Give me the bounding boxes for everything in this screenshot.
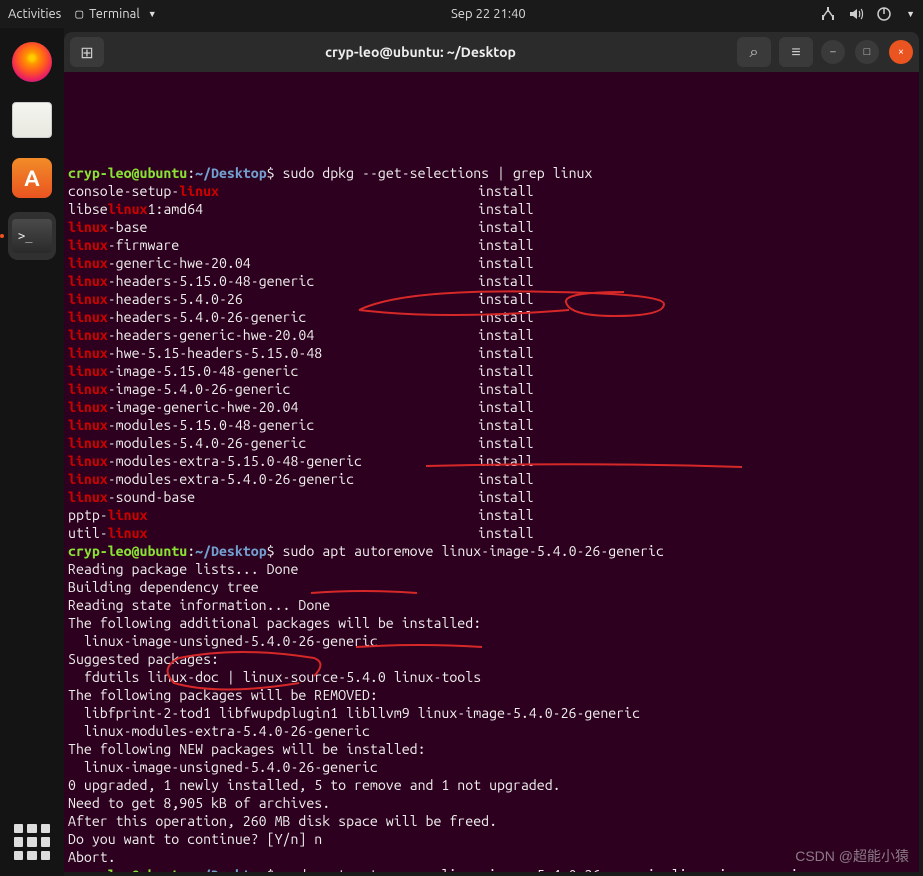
software-icon: A [12, 158, 52, 198]
package-row: linux-baseinstall [68, 218, 915, 236]
show-applications-button[interactable] [14, 824, 50, 860]
package-row: linux-image-5.4.0-26-genericinstall [68, 380, 915, 398]
package-row: libselinux1:amd64install [68, 200, 915, 218]
package-row: linux-headers-5.4.0-26install [68, 290, 915, 308]
apt-output-line: Need to get 8,905 kB of archives. [68, 794, 915, 812]
chevron-down-icon: ▼ [148, 9, 157, 19]
package-row: console-setup-linuxinstall [68, 182, 915, 200]
package-row: linux-hwe-5.15-headers-5.15.0-48install [68, 344, 915, 362]
app-menu-button[interactable]: ▢ Terminal ▼ [75, 7, 156, 22]
dock-software[interactable]: A [8, 154, 56, 202]
volume-icon[interactable] [848, 6, 864, 22]
chevron-down-icon[interactable]: ▼ [906, 9, 915, 19]
apt-output-line: libfprint-2-tod1 libfwupdplugin1 libllvm… [68, 704, 915, 722]
apt-output-line: The following additional packages will b… [68, 614, 915, 632]
watermark: CSDN @超能小猿 [795, 846, 909, 866]
apt-output-line: The following NEW packages will be insta… [68, 740, 915, 758]
apt-output-line: fdutils linux-doc | linux-source-5.4.0 l… [68, 668, 915, 686]
apt-output-line: Reading package lists... Done [68, 560, 915, 578]
package-row: linux-headers-5.15.0-48-genericinstall [68, 272, 915, 290]
terminal-window: ⊞ cryp-leo@ubuntu: ~/Desktop ⌕ ≡ – □ × c… [64, 32, 919, 872]
minimize-button[interactable]: – [821, 40, 845, 64]
prompt-line: cryp-leo@ubuntu:~/Desktop$ sudo apt auto… [68, 542, 915, 560]
terminal-output[interactable]: cryp-leo@ubuntu:~/Desktop$ sudo dpkg --g… [64, 72, 919, 872]
prompt-line: cryp-leo@ubuntu:~/Desktop$ sudo apt auto… [68, 866, 915, 872]
package-row: linux-headers-generic-hwe-20.04install [68, 326, 915, 344]
dock-files[interactable] [8, 96, 56, 144]
package-row: linux-generic-hwe-20.04install [68, 254, 915, 272]
package-row: pptp-linuxinstall [68, 506, 915, 524]
apt-output-line: Abort. [68, 848, 915, 866]
maximize-button[interactable]: □ [855, 40, 879, 64]
apt-output-line: The following packages will be REMOVED: [68, 686, 915, 704]
titlebar: ⊞ cryp-leo@ubuntu: ~/Desktop ⌕ ≡ – □ × [64, 32, 919, 72]
dock-terminal[interactable]: >_ [8, 212, 56, 260]
firefox-icon [12, 42, 52, 82]
folder-icon [12, 102, 52, 138]
prompt-line: cryp-leo@ubuntu:~/Desktop$ sudo dpkg --g… [68, 164, 915, 182]
apt-output-line: Do you want to continue? [Y/n] n [68, 830, 915, 848]
clock[interactable]: Sep 22 21:40 [157, 7, 820, 21]
package-row: util-linuxinstall [68, 524, 915, 542]
apt-output-line: linux-image-unsigned-5.4.0-26-generic [68, 632, 915, 650]
package-row: linux-modules-extra-5.15.0-48-genericins… [68, 452, 915, 470]
close-button[interactable]: × [889, 40, 913, 64]
apt-output-line: 0 upgraded, 1 newly installed, 5 to remo… [68, 776, 915, 794]
apt-output-line: linux-image-unsigned-5.4.0-26-generic [68, 758, 915, 776]
package-row: linux-modules-extra-5.4.0-26-genericinst… [68, 470, 915, 488]
dock: A >_ [0, 28, 64, 876]
package-row: linux-headers-5.4.0-26-genericinstall [68, 308, 915, 326]
apt-output-line: Reading state information... Done [68, 596, 915, 614]
search-icon: ⌕ [750, 43, 759, 62]
package-row: linux-modules-5.15.0-48-genericinstall [68, 416, 915, 434]
package-row: linux-firmwareinstall [68, 236, 915, 254]
activities-button[interactable]: Activities [8, 7, 61, 21]
package-row: linux-sound-baseinstall [68, 488, 915, 506]
package-row: linux-image-generic-hwe-20.04install [68, 398, 915, 416]
terminal-icon: >_ [12, 219, 52, 253]
window-title: cryp-leo@ubuntu: ~/Desktop [112, 44, 729, 60]
package-row: linux-modules-5.4.0-26-genericinstall [68, 434, 915, 452]
gnome-topbar: Activities ▢ Terminal ▼ Sep 22 21:40 ▼ [0, 0, 923, 28]
apt-output-line: Suggested packages: [68, 650, 915, 668]
apt-output-line: After this operation, 260 MB disk space … [68, 812, 915, 830]
menu-icon: ≡ [791, 43, 800, 62]
power-icon[interactable] [876, 6, 892, 22]
search-button[interactable]: ⌕ [737, 37, 771, 67]
dock-firefox[interactable] [8, 38, 56, 86]
hamburger-menu-button[interactable]: ≡ [779, 37, 813, 67]
app-menu-label: Terminal [89, 7, 140, 21]
terminal-mini-icon: ▢ [75, 7, 83, 22]
network-icon[interactable] [820, 6, 836, 22]
apt-output-line: linux-modules-extra-5.4.0-26-generic [68, 722, 915, 740]
new-tab-button[interactable]: ⊞ [70, 37, 104, 67]
apt-output-line: Building dependency tree [68, 578, 915, 596]
package-row: linux-image-5.15.0-48-genericinstall [68, 362, 915, 380]
